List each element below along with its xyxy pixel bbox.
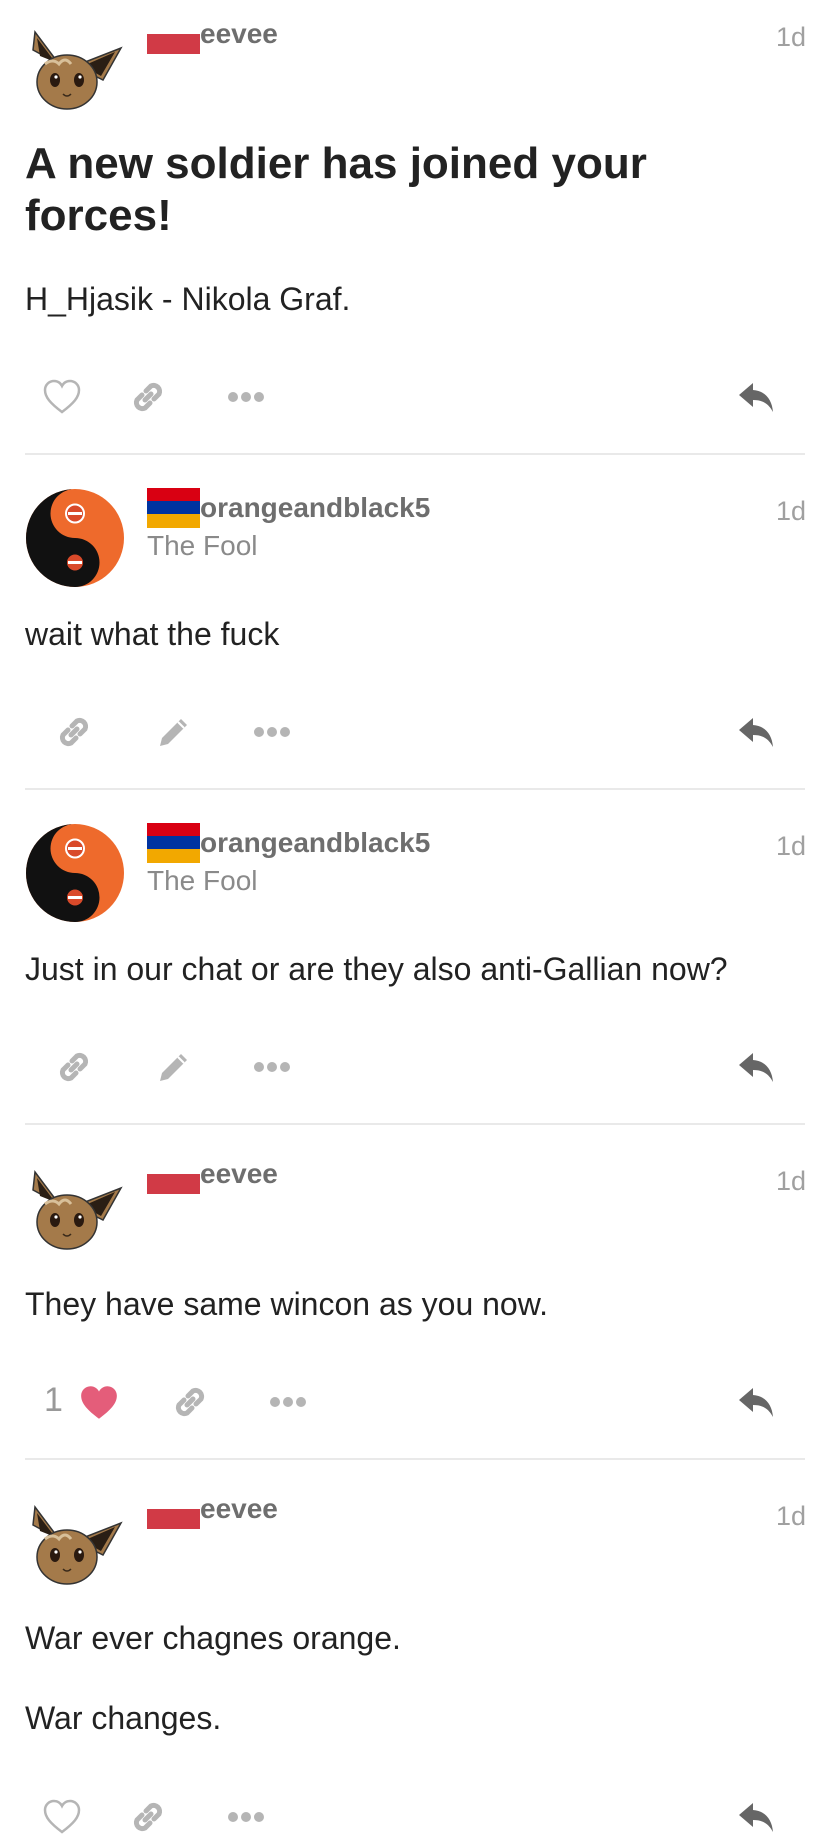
user-title: The Fool: [147, 530, 258, 561]
post-body: wait what the fuck: [25, 616, 280, 652]
link-icon[interactable]: [54, 712, 94, 752]
link-icon[interactable]: [128, 1797, 168, 1837]
reply-icon[interactable]: [736, 1797, 776, 1837]
post-age[interactable]: 1d: [776, 1503, 806, 1530]
post-age[interactable]: 1d: [776, 1168, 806, 1195]
username[interactable]: orangeandblack5: [200, 829, 430, 857]
link-icon[interactable]: [170, 1382, 210, 1422]
reply-icon[interactable]: [736, 712, 776, 752]
avatar[interactable]: [25, 1493, 125, 1593]
link-icon[interactable]: [54, 1047, 94, 1087]
eevee-avatar-icon: [25, 18, 125, 118]
like-icon[interactable]: [42, 377, 82, 417]
post-age[interactable]: 1d: [776, 498, 806, 525]
flag-icon: [147, 1174, 200, 1194]
post-age[interactable]: 1d: [776, 833, 806, 860]
edit-icon[interactable]: [154, 712, 194, 752]
post-divider: [25, 788, 805, 790]
post-divider: [25, 453, 805, 455]
flag-icon: [147, 1509, 200, 1529]
post-divider: [25, 1123, 805, 1125]
like-count[interactable]: 1: [44, 1383, 63, 1417]
yin-yang-avatar-icon: [25, 488, 125, 588]
avatar[interactable]: [25, 488, 125, 588]
avatar[interactable]: [25, 823, 125, 923]
post-body-line-1: War ever chagnes orange.: [25, 1620, 401, 1656]
heart-icon[interactable]: [78, 1382, 120, 1424]
more-icon[interactable]: [226, 1810, 266, 1824]
post-title: A new soldier has joined your forces!: [25, 139, 647, 240]
link-icon[interactable]: [128, 377, 168, 417]
post-body: H_Hjasik - Nikola Graf.: [25, 281, 351, 317]
edit-icon[interactable]: [154, 1047, 194, 1087]
user-title: The Fool: [147, 865, 258, 896]
like-icon[interactable]: [42, 1797, 82, 1837]
yin-yang-avatar-icon: [25, 823, 125, 923]
reply-icon[interactable]: [736, 1047, 776, 1087]
flag-icon: [147, 488, 200, 528]
flag-icon: [147, 823, 200, 863]
flag-icon: [147, 34, 200, 54]
more-icon[interactable]: [252, 1060, 292, 1074]
username[interactable]: orangeandblack5: [200, 494, 430, 522]
post-body-line-2: War changes.: [25, 1700, 222, 1736]
reply-icon[interactable]: [736, 377, 776, 417]
post-age[interactable]: 1d: [776, 24, 806, 51]
reply-icon[interactable]: [736, 1382, 776, 1422]
avatar[interactable]: [25, 1158, 125, 1258]
more-icon[interactable]: [252, 725, 292, 739]
post-body: They have same wincon as you now.: [25, 1286, 548, 1322]
avatar[interactable]: [25, 18, 125, 118]
post-body: Just in our chat or are they also anti-G…: [25, 951, 728, 987]
username[interactable]: eevee: [200, 1495, 278, 1523]
eevee-avatar-icon: [25, 1158, 125, 1258]
eevee-avatar-icon: [25, 1493, 125, 1593]
more-icon[interactable]: [268, 1395, 308, 1409]
username[interactable]: eevee: [200, 20, 278, 48]
more-icon[interactable]: [226, 390, 266, 404]
username[interactable]: eevee: [200, 1160, 278, 1188]
post-divider: [25, 1458, 805, 1460]
